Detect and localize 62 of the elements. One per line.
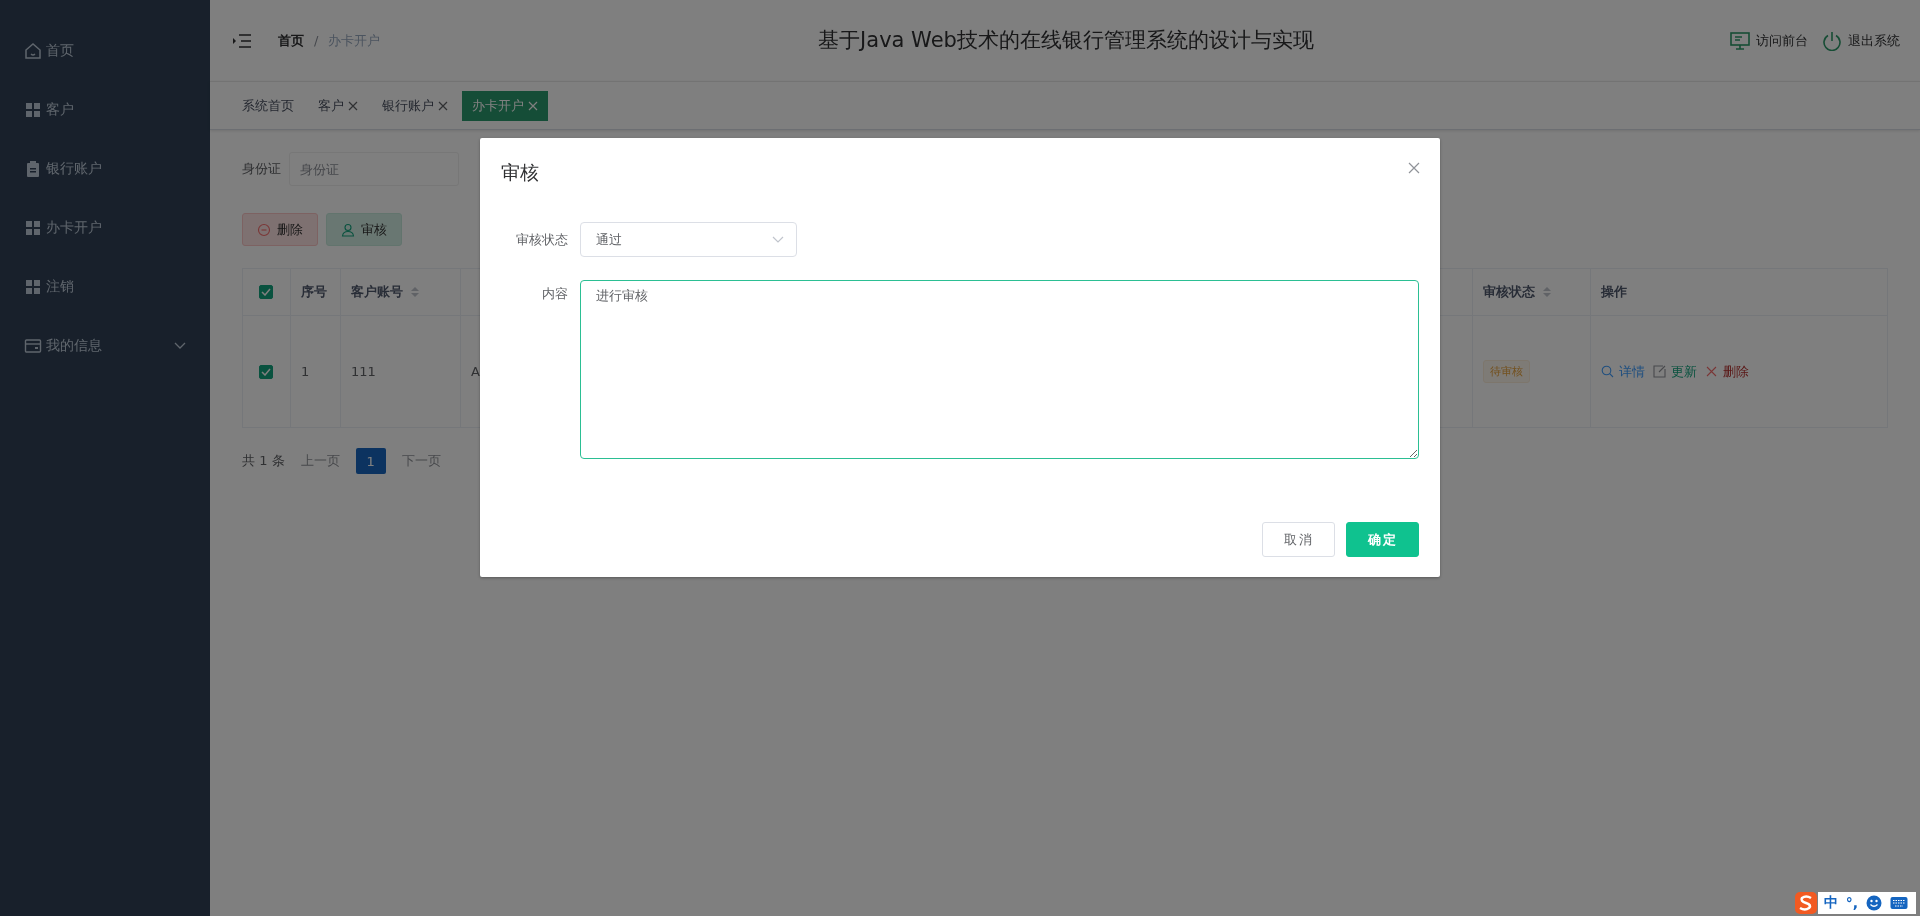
column-header: 序号 [301, 283, 327, 301]
close-button[interactable] [1408, 162, 1420, 174]
table-cell: A [471, 364, 480, 379]
column-header[interactable]: 客户账号 [351, 283, 403, 301]
table-cell: 111 [351, 364, 376, 379]
column-header[interactable]: 审核状态 [1483, 283, 1535, 301]
search-icon [1601, 365, 1614, 378]
delete-link[interactable]: 删除 [1705, 362, 1749, 381]
dialog-title: 审核 [501, 160, 539, 185]
close-icon [1705, 365, 1718, 378]
menu-toggle-button[interactable] [232, 32, 252, 49]
clipboard-icon [24, 159, 42, 178]
grid-icon [24, 277, 42, 296]
power-icon [1822, 30, 1842, 51]
sidebar-item[interactable]: 我的信息 [0, 316, 210, 375]
audit-button[interactable]: 审核 [326, 213, 402, 246]
checkbox[interactable] [259, 364, 273, 379]
user-icon [341, 222, 355, 237]
system-title: 基于Java Web技术的在线银行管理系统的设计与实现 [818, 26, 1314, 54]
grid-icon [24, 100, 42, 119]
sidebar-item[interactable]: 银行账户 [0, 139, 210, 198]
home-icon [24, 41, 42, 60]
status-tag: 待审核 [1483, 360, 1530, 383]
tab[interactable]: 办卡开户 [462, 90, 548, 121]
card-icon [24, 336, 42, 355]
tab[interactable]: 系统首页 [232, 90, 304, 121]
column-header: 操作 [1601, 283, 1627, 301]
ime-mode[interactable]: 中 [1823, 894, 1838, 912]
keyboard-icon [1890, 896, 1908, 910]
header-link[interactable]: 访问前台 [1730, 30, 1808, 51]
delete-button[interactable]: 删除 [242, 213, 318, 246]
status-select[interactable]: 通过 [580, 222, 797, 257]
tab[interactable]: 客户 [308, 90, 368, 121]
menu-icon [232, 32, 252, 49]
sidebar-item[interactable]: 客户 [0, 80, 210, 139]
chevron-down-icon [772, 235, 784, 244]
header-link[interactable]: 退出系统 [1822, 30, 1900, 51]
field-label: 审核状态 [515, 231, 568, 249]
details-link[interactable]: 详情 [1601, 362, 1645, 381]
breadcrumb-item[interactable]: 首页 [278, 31, 304, 50]
checkbox[interactable] [259, 285, 273, 299]
field-label: 身份证 [242, 160, 281, 178]
content-textarea[interactable]: 进行审核 [580, 280, 1419, 459]
grid-icon [24, 218, 42, 237]
breadcrumb-separator: / [314, 33, 319, 48]
cancel-button[interactable]: 取消 [1262, 522, 1335, 557]
sidebar-item[interactable]: 首页 [0, 21, 210, 80]
page-button[interactable]: 1 [355, 448, 386, 474]
monitor-icon [1730, 30, 1750, 51]
close-icon [1408, 162, 1420, 174]
sidebar-item[interactable]: 注销 [0, 257, 210, 316]
minus-circle-icon [257, 222, 271, 237]
edit-icon [1653, 365, 1666, 378]
field-label: 内容 [541, 285, 568, 303]
sidebar-item[interactable]: 办卡开户 [0, 198, 210, 257]
ime-mode[interactable]: °, [1845, 895, 1858, 911]
tab[interactable]: 银行账户 [372, 90, 458, 121]
total-count: 共 1 条 [242, 452, 285, 470]
update-link[interactable]: 更新 [1653, 362, 1697, 381]
table-cell: 1 [301, 364, 310, 379]
smiley-icon [1866, 895, 1882, 911]
confirm-button[interactable]: 确定 [1346, 522, 1419, 557]
